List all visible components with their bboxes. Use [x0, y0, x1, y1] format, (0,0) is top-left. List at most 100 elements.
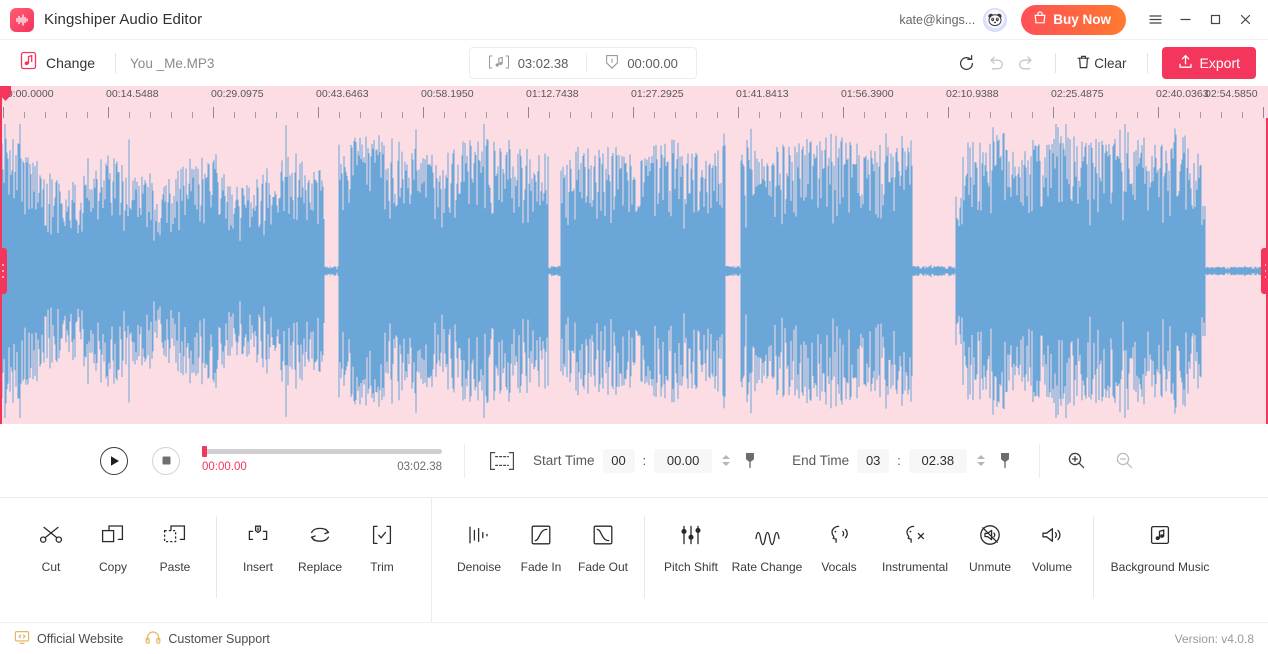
tool-rate-change-label: Rate Change [732, 560, 803, 574]
customer-support-link[interactable]: Customer Support [145, 630, 269, 648]
tool-rate-change[interactable]: Rate Change [727, 516, 807, 578]
stop-icon [161, 455, 172, 466]
duration-value: 03:02.38 [518, 56, 569, 71]
tool-paste[interactable]: Paste [144, 516, 206, 578]
tool-volume[interactable]: Volume [1021, 516, 1083, 578]
start-minutes-input[interactable] [603, 449, 635, 473]
selection-region-icon[interactable] [487, 446, 517, 476]
start-time-spinner[interactable] [722, 455, 730, 466]
edit-tools-group: Cut Copy Paste [0, 498, 206, 622]
waveform-canvas[interactable] [0, 118, 1268, 424]
play-button[interactable] [100, 447, 128, 475]
account-email[interactable]: kate@kings... [899, 13, 975, 27]
tool-instrumental-label: Instrumental [882, 560, 948, 574]
tool-background-music[interactable]: Background Music [1104, 516, 1216, 578]
minimize-icon[interactable] [1170, 5, 1200, 35]
selection-right-handle[interactable] [1261, 248, 1268, 294]
status-bar: Official Website Customer Support Versio… [0, 622, 1268, 654]
change-label: Change [46, 55, 95, 71]
buy-now-button[interactable]: Buy Now [1021, 5, 1126, 35]
tool-copy[interactable]: Copy [82, 516, 144, 578]
app-title: Kingshiper Audio Editor [44, 11, 202, 28]
tool-fade-out[interactable]: Fade Out [572, 516, 634, 578]
zoom-out-icon[interactable] [1110, 446, 1140, 476]
trash-icon [1076, 54, 1091, 73]
export-label: Export [1200, 55, 1240, 71]
tool-trim-label: Trim [370, 560, 394, 574]
rate-change-icon [753, 520, 781, 550]
redo-icon[interactable] [1011, 48, 1041, 78]
official-website-link[interactable]: Official Website [14, 630, 123, 648]
tool-pitch-shift[interactable]: Pitch Shift [655, 516, 727, 578]
vocals-icon [825, 520, 853, 550]
undo-icon[interactable] [981, 48, 1011, 78]
time-info-box: 03:02.38 00:00.00 [469, 47, 697, 79]
refresh-icon[interactable] [951, 48, 981, 78]
tool-fade-in[interactable]: Fade In [510, 516, 572, 578]
progress-track[interactable] [202, 449, 442, 454]
ruler-tick [633, 107, 634, 118]
set-start-marker-icon[interactable] [738, 448, 762, 474]
background-music-icon [1147, 520, 1173, 550]
pitch-shift-icon [678, 520, 704, 550]
end-seconds-input[interactable] [909, 449, 967, 473]
close-icon[interactable] [1230, 5, 1260, 35]
ruler-tick [843, 107, 844, 118]
clear-label: Clear [1094, 56, 1126, 71]
customer-support-label: Customer Support [168, 632, 269, 646]
total-time: 03:02.38 [397, 461, 442, 473]
tool-insert[interactable]: Insert [227, 516, 289, 578]
ruler-tick [1263, 107, 1264, 118]
tool-unmute[interactable]: Unmute [959, 516, 1021, 578]
title-bar: Kingshiper Audio Editor kate@kings... [0, 0, 1268, 40]
transport-divider-1 [464, 444, 465, 478]
version-label: Version: v4.0.8 [1175, 632, 1254, 646]
effect-tools-group-3: Background Music [1104, 498, 1216, 622]
playback-progress[interactable]: 00:00.00 03:02.38 [202, 449, 442, 473]
tool-copy-label: Copy [99, 560, 127, 574]
audio-length-icon [488, 55, 510, 72]
ruler-tick [213, 107, 214, 118]
tool-insert-label: Insert [243, 560, 273, 574]
panda-avatar-icon[interactable] [983, 8, 1007, 32]
tool-instrumental[interactable]: Instrumental [871, 516, 959, 578]
hamburger-menu-icon[interactable] [1140, 5, 1170, 35]
tool-vocals[interactable]: Vocals [807, 516, 871, 578]
end-minutes-input[interactable] [857, 449, 889, 473]
buy-now-label: Buy Now [1053, 12, 1111, 27]
export-button[interactable]: Export [1162, 47, 1256, 79]
tool-denoise[interactable]: Denoise [448, 516, 510, 578]
ruler-tick [738, 107, 739, 118]
ruler-tick [1158, 107, 1159, 118]
file-name: You _Me.MP3 [130, 56, 214, 71]
time-ruler[interactable]: 00:00.000000:14.548800:29.097500:43.6463… [0, 86, 1268, 118]
denoise-icon [466, 520, 492, 550]
tool-replace[interactable]: Replace [289, 516, 351, 578]
copy-icon [100, 520, 126, 550]
set-end-marker-icon[interactable] [993, 448, 1017, 474]
stop-button[interactable] [152, 447, 180, 475]
ruler-label: 00:14.5488 [106, 88, 159, 100]
clear-button[interactable]: Clear [1070, 50, 1132, 77]
tool-cut-label: Cut [42, 560, 61, 574]
tool-vocals-label: Vocals [821, 560, 856, 574]
progress-knob[interactable] [202, 446, 207, 457]
selection-length-cell: 00:00.00 [586, 54, 696, 73]
fade-in-icon [528, 520, 554, 550]
tool-cut[interactable]: Cut [20, 516, 82, 578]
waveform-area[interactable]: 00:00.000000:14.548800:29.097500:43.6463… [0, 86, 1268, 424]
tool-trim[interactable]: Trim [351, 516, 413, 578]
ruler-tick [108, 107, 109, 118]
start-time-label: Start Time [533, 453, 595, 468]
end-time-colon: : [897, 453, 901, 468]
change-file-button[interactable]: Change [14, 48, 101, 78]
maximize-icon[interactable] [1200, 5, 1230, 35]
zoom-in-icon[interactable] [1062, 446, 1092, 476]
volume-icon [1038, 520, 1066, 550]
end-time-spinner[interactable] [977, 455, 985, 466]
tools-divider-3 [1093, 516, 1094, 598]
start-seconds-input[interactable] [654, 449, 712, 473]
paste-icon [162, 520, 188, 550]
playhead-marker[interactable] [0, 86, 2, 424]
waveform-logo-icon [10, 8, 34, 32]
